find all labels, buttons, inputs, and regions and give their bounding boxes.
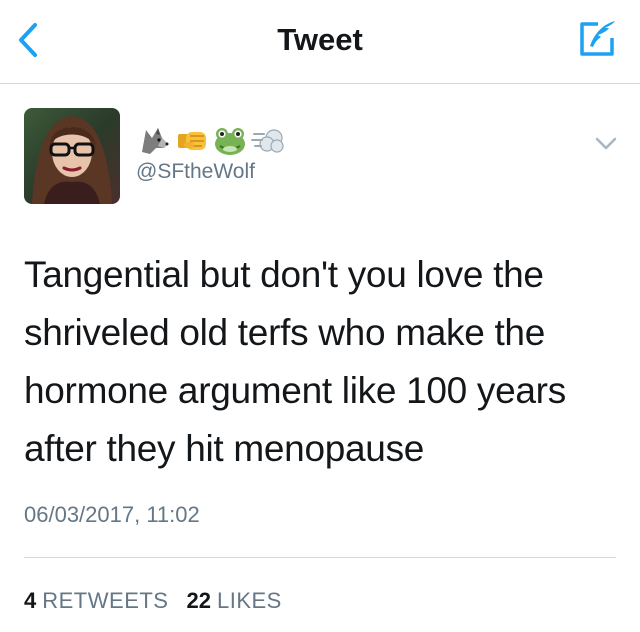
fist-emoji-icon — [178, 132, 206, 150]
retweets-stat[interactable]: 4 RETWEETS — [24, 588, 168, 614]
tweet-text: Tangential but don't you love the shrive… — [24, 254, 566, 469]
frog-emoji-icon — [215, 128, 245, 155]
user-handle[interactable]: @SFtheWolf — [136, 160, 255, 184]
retweets-label: RETWEETS — [42, 588, 169, 613]
divider — [24, 557, 616, 558]
tweet-stats: 4 RETWEETS 22 LIKES — [24, 588, 282, 614]
tweet-timestamp: 06/03/2017, 11:02 — [24, 502, 200, 527]
dash-symbol-emoji-icon — [251, 129, 284, 153]
avatar[interactable] — [24, 108, 120, 204]
retweets-count: 4 — [24, 588, 37, 613]
compose-feather-icon — [580, 21, 615, 56]
display-name[interactable] — [136, 120, 286, 160]
page-title: Tweet — [277, 22, 363, 57]
wolf-emoji-icon — [142, 128, 169, 154]
likes-label: LIKES — [216, 588, 282, 613]
tweet-options-button[interactable] — [594, 134, 618, 152]
chevron-down-icon — [595, 137, 617, 150]
compose-button[interactable] — [576, 18, 618, 60]
likes-stat[interactable]: 22 LIKES — [186, 588, 281, 614]
profile-photo-image — [24, 108, 120, 204]
navigation-bar: Tweet — [0, 0, 640, 84]
likes-count: 22 — [186, 588, 211, 613]
